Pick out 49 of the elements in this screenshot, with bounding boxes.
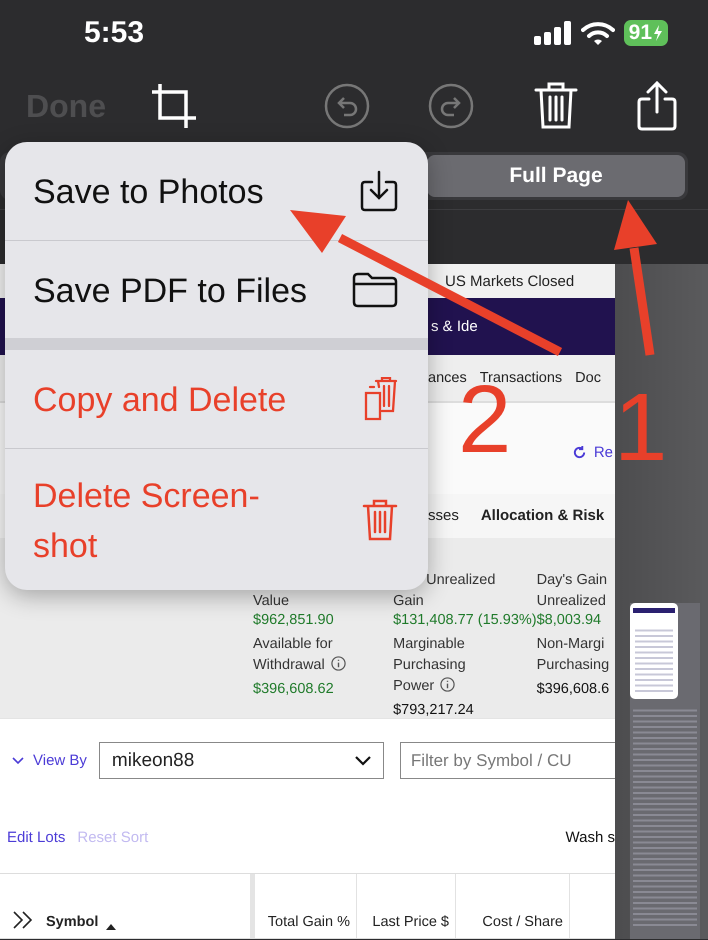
page-tab[interactable]: Allocation & Risk <box>480 507 604 524</box>
download-tray-icon <box>360 170 398 212</box>
trash-icon <box>362 498 398 540</box>
metric-label: Available for Withdrawal <box>253 634 394 676</box>
chevron-down-icon <box>354 756 371 766</box>
metric-value: $396,608.62 <box>253 680 335 700</box>
page-tab[interactable]: ances <box>428 370 467 386</box>
market-status: US Markets Closed <box>445 272 574 290</box>
folder-icon <box>352 272 398 308</box>
signal-icon <box>534 21 572 45</box>
annotation-number: 1 <box>614 380 668 476</box>
metric-label: Marginable Purchasing Power <box>393 635 467 696</box>
account-dropdown[interactable]: mikeon88 <box>98 742 384 780</box>
metric-label: Value <box>253 592 290 612</box>
page-tab[interactable]: Transactions <box>480 370 562 386</box>
copy-trash-icon <box>362 377 398 421</box>
sort-arrow-icon <box>106 923 116 930</box>
crop-icon[interactable] <box>150 82 198 130</box>
status-time: 5:53 <box>84 16 144 50</box>
menu-item[interactable]: Save to Photos <box>5 142 428 240</box>
share-icon[interactable] <box>636 80 678 132</box>
metric-value: $962,851.90 <box>253 611 335 630</box>
column-header[interactable]: Symbol <box>46 914 98 930</box>
wifi-icon <box>580 20 615 46</box>
wash-sale-label: Wash s <box>566 829 615 846</box>
column-header[interactable]: Cost / Share <box>482 914 563 930</box>
lots-action-link[interactable]: Edit Lots <box>7 829 66 846</box>
expand-all-icon[interactable] <box>12 910 34 930</box>
full-page-tab[interactable]: Full Page <box>427 155 685 197</box>
metric-value: $8,003.94 <box>536 611 602 630</box>
nav-item[interactable]: s & Ide <box>431 318 478 336</box>
page-tab[interactable]: Doc <box>575 370 601 386</box>
metric-value: $131,408.77 (15.93%) <box>393 611 537 630</box>
battery-indicator: 91 <box>624 20 668 46</box>
trash-icon[interactable] <box>534 81 578 131</box>
refresh-icon <box>572 445 587 460</box>
view-by-toggle[interactable]: View By <box>12 752 87 770</box>
chevron-down-icon <box>12 756 24 765</box>
metric-value: $793,217.24 <box>393 701 475 720</box>
metric-label: Non-Margi Purchasing <box>536 635 610 676</box>
info-icon[interactable] <box>440 677 456 692</box>
metric-value: $396,608.6 <box>536 680 610 700</box>
info-icon[interactable] <box>330 656 346 672</box>
refresh-link[interactable]: Re <box>572 444 615 462</box>
filter-field[interactable]: Filter by Symbol / CU <box>400 742 615 780</box>
metric-label: Day's Gain Unrealized <box>536 571 608 612</box>
page-tab[interactable]: sses <box>428 507 459 524</box>
column-header[interactable]: Last Price $ <box>372 914 449 930</box>
column-header[interactable]: Total Gain % <box>268 914 350 930</box>
